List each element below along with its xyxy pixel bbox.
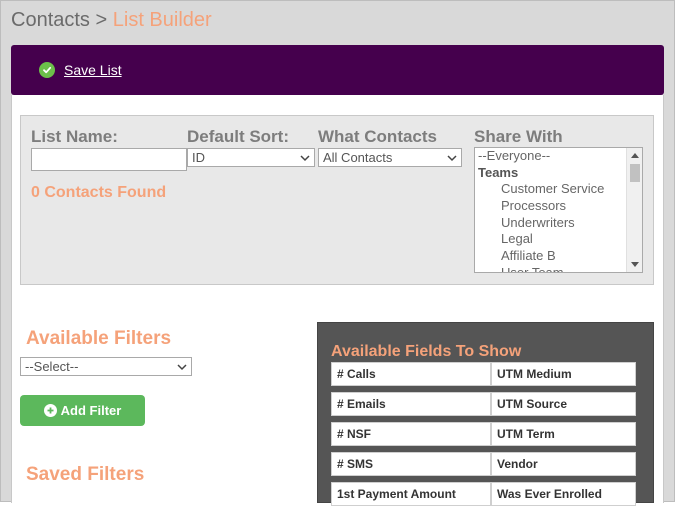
available-fields-title: Available Fields To Show [331, 343, 522, 360]
list-settings-panel: List Name: Default Sort: ID What Contact… [20, 115, 654, 285]
share-with-listbox[interactable]: --Everyone-- Teams Customer Service Proc… [474, 147, 643, 273]
share-option-user-team[interactable]: User Team [475, 265, 642, 272]
default-sort-label: Default Sort: [187, 127, 289, 146]
main-content: List Name: Default Sort: ID What Contact… [11, 95, 664, 506]
field-item[interactable]: Vendor [491, 452, 636, 476]
contacts-found-count: 0 Contacts Found [31, 184, 167, 201]
what-contacts-label: What Contacts [318, 127, 437, 146]
share-option-affiliate-b[interactable]: Affiliate B [475, 248, 642, 265]
list-name-label: List Name: [31, 127, 118, 146]
available-filters-title: Available Filters [26, 328, 172, 349]
saved-filters-title: Saved Filters [26, 464, 145, 485]
scroll-thumb[interactable] [630, 164, 640, 182]
what-contacts-select[interactable]: All Contacts [318, 148, 462, 167]
scroll-up-arrow-icon[interactable] [631, 153, 639, 158]
save-list-link[interactable]: Save List [64, 62, 122, 78]
default-sort-value: ID [192, 150, 205, 165]
share-option-legal[interactable]: Legal [475, 231, 642, 248]
field-item[interactable]: Was Ever Enrolled [491, 482, 636, 506]
field-item[interactable]: # Calls [331, 362, 491, 386]
filter-select[interactable]: --Select-- [20, 357, 192, 376]
breadcrumb-separator: > [95, 9, 108, 31]
share-option-customer-service[interactable]: Customer Service [475, 181, 642, 198]
field-item[interactable]: UTM Medium [491, 362, 636, 386]
breadcrumb: Contacts > List Builder [11, 9, 212, 32]
field-item[interactable]: # Emails [331, 392, 491, 416]
field-item[interactable]: UTM Term [491, 422, 636, 446]
add-filter-button[interactable]: Add Filter [20, 395, 145, 426]
share-with-label: Share With [474, 127, 563, 146]
chevron-down-icon [300, 154, 310, 161]
save-toolbar: Save List [11, 45, 664, 95]
scroll-down-arrow-icon[interactable] [631, 262, 639, 267]
plus-circle-icon [43, 404, 57, 417]
field-item[interactable]: UTM Source [491, 392, 636, 416]
share-option-processors[interactable]: Processors [475, 198, 642, 215]
filter-select-value: --Select-- [25, 359, 79, 374]
field-item[interactable]: 1st Payment Amount [331, 482, 491, 506]
list-name-input[interactable] [31, 148, 187, 171]
app-frame: Contacts > List Builder Save List List N… [0, 0, 675, 506]
chevron-down-icon [177, 363, 187, 370]
breadcrumb-parent[interactable]: Contacts [11, 9, 90, 31]
check-circle-icon[interactable] [39, 62, 55, 78]
chevron-down-icon [447, 154, 457, 161]
what-contacts-value: All Contacts [323, 150, 393, 165]
share-group-teams: Teams [478, 164, 519, 180]
share-with-scrollbar[interactable] [626, 148, 642, 272]
field-grid: # Calls UTM Medium # Emails UTM Source #… [331, 362, 636, 506]
field-item[interactable]: # SMS [331, 452, 491, 476]
share-option-everyone[interactable]: --Everyone-- [475, 148, 642, 165]
field-item[interactable]: # NSF [331, 422, 491, 446]
available-fields-panel: Available Fields To Show # Calls UTM Med… [317, 322, 654, 506]
default-sort-select[interactable]: ID [187, 148, 315, 167]
share-option-underwriters[interactable]: Underwriters [475, 215, 642, 232]
add-filter-label: Add Filter [60, 403, 122, 418]
breadcrumb-current: List Builder [112, 9, 212, 31]
